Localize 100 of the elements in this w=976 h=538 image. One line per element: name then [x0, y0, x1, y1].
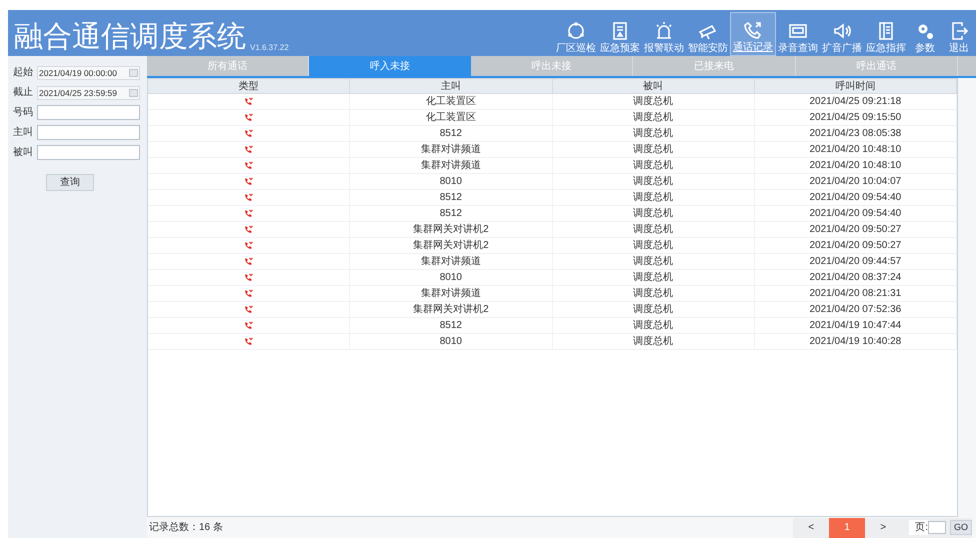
previous-page-button[interactable]: <: [793, 520, 830, 535]
table-cell: 2021/04/25 09:21:18: [754, 94, 957, 109]
date-field[interactable]: 2021/04/19 00:00:00: [37, 66, 140, 80]
column-header: 被叫: [552, 79, 755, 93]
go-button[interactable]: GO: [950, 520, 972, 535]
field-label: 起始: [13, 66, 33, 80]
column-header: 主叫: [350, 79, 552, 93]
toolbar-button[interactable]: 参数: [908, 12, 942, 56]
missed-call-icon: [244, 273, 254, 282]
table-cell: 2021/04/20 09:54:40: [754, 190, 957, 205]
missed-call-icon: [244, 321, 254, 330]
table-cell: 调度总机: [552, 174, 755, 189]
table-cell: 调度总机: [552, 286, 755, 301]
table-cell: 8010: [350, 334, 552, 349]
table-cell: 调度总机: [552, 110, 755, 125]
column-header: 呼叫时间: [754, 79, 957, 93]
table-cell: 2021/04/19 10:47:44: [754, 318, 957, 333]
toolbar-button[interactable]: 录音查询: [776, 12, 820, 56]
table-cell: 集群对讲频道: [350, 286, 552, 301]
table-cell: 8010: [350, 270, 552, 285]
column-header: 类型: [148, 79, 350, 93]
missed-call-icon: [244, 113, 254, 122]
missed-call-icon: [244, 257, 254, 266]
toolbar-button[interactable]: 应急预案: [598, 12, 642, 56]
phone-icon: [743, 20, 763, 40]
table-cell: 调度总机: [552, 206, 755, 221]
table-cell: 调度总机: [552, 238, 755, 253]
table-cell: 2021/04/25 09:15:50: [754, 110, 957, 125]
table-cell: 2021/04/23 08:05:38: [754, 126, 957, 141]
toolbar-button[interactable]: 报警联动: [642, 12, 686, 56]
table-cell: 2021/04/20 10:48:10: [754, 158, 957, 173]
table-cell: 2021/04/20 08:37:24: [754, 270, 957, 285]
table-cell: 集群网关对讲机2: [350, 222, 552, 237]
date-field[interactable]: 2021/04/25 23:59:59: [37, 86, 140, 100]
missed-call-icon: [244, 241, 254, 250]
field-label: 号码: [13, 106, 33, 120]
field-label: 主叫: [13, 126, 33, 140]
page-label: 页:: [909, 520, 928, 535]
missed-call-icon: [244, 129, 254, 138]
table-cell: 2021/04/20 07:52:36: [754, 302, 957, 317]
table-cell: 集群对讲频道: [350, 254, 552, 269]
page-button[interactable]: 1: [829, 518, 866, 538]
table-cell: 集群网关对讲机2: [350, 238, 552, 253]
missed-call-icon: [244, 337, 254, 346]
table-cell: 集群对讲频道: [350, 158, 552, 173]
table-cell: 调度总机: [552, 222, 755, 237]
table-cell: 2021/04/20 09:50:27: [754, 222, 957, 237]
exit-icon: [949, 21, 969, 41]
notebook-icon: [876, 21, 896, 41]
speaker-icon: [832, 21, 852, 41]
toolbar-button[interactable]: 智能安防: [686, 12, 730, 56]
missed-call-icon: [244, 305, 254, 314]
toolbar-button[interactable]: 通话记录: [730, 12, 776, 56]
cycle-icon: [566, 21, 586, 41]
table-cell: 8010: [350, 174, 552, 189]
table-cell: 调度总机: [552, 334, 755, 349]
calendar-icon[interactable]: [129, 88, 138, 96]
table-cell: 调度总机: [552, 254, 755, 269]
toolbar-button[interactable]: 退出: [942, 12, 976, 56]
table-cell: 2021/04/20 10:04:07: [754, 174, 957, 189]
table-cell: 调度总机: [552, 318, 755, 333]
table-cell: 8512: [350, 126, 552, 141]
toolbar-button[interactable]: 扩音广播: [820, 12, 864, 56]
input-field[interactable]: [37, 125, 140, 140]
version-label: V1.6.37.22: [250, 44, 289, 52]
table-cell: 调度总机: [552, 302, 755, 317]
table-cell: 2021/04/20 08:21:31: [754, 286, 957, 301]
table-cell: 调度总机: [552, 126, 755, 141]
table-cell: 2021/04/20 09:44:57: [754, 254, 957, 269]
table-cell: 2021/04/20 10:48:10: [754, 142, 957, 157]
missed-call-icon: [244, 161, 254, 170]
missed-call-icon: [244, 225, 254, 234]
field-label: 截止: [13, 86, 33, 100]
missed-call-icon: [244, 97, 254, 106]
toolbar-button[interactable]: 应急指挥: [864, 12, 908, 56]
input-field[interactable]: [37, 145, 140, 160]
table-cell: 8512: [350, 190, 552, 205]
query-button[interactable]: 查询: [46, 174, 94, 191]
recorder-icon: [788, 21, 808, 41]
table-cell: 调度总机: [552, 158, 755, 173]
missed-call-icon: [244, 289, 254, 298]
next-page-button[interactable]: >: [865, 520, 902, 535]
table-cell: 调度总机: [552, 270, 755, 285]
app-title: 融合通信调度系统: [14, 23, 246, 52]
tab[interactable]: 呼入未接: [309, 56, 471, 76]
table-cell: 2021/04/19 10:40:28: [754, 334, 957, 349]
toolbar-button[interactable]: 厂区巡检: [554, 12, 598, 56]
calendar-icon[interactable]: [129, 68, 138, 76]
page-input[interactable]: [928, 521, 946, 534]
table-cell: 调度总机: [552, 190, 755, 205]
missed-call-icon: [244, 177, 254, 186]
input-field[interactable]: [37, 105, 140, 120]
table-cell: 调度总机: [552, 142, 755, 157]
table-cell: 8512: [350, 318, 552, 333]
missed-call-icon: [244, 145, 254, 154]
table-cell: 8512: [350, 206, 552, 221]
table-cell: 调度总机: [552, 94, 755, 109]
missed-call-icon: [244, 193, 254, 202]
table-cell: 2021/04/20 09:50:27: [754, 238, 957, 253]
document-icon: [610, 21, 630, 41]
